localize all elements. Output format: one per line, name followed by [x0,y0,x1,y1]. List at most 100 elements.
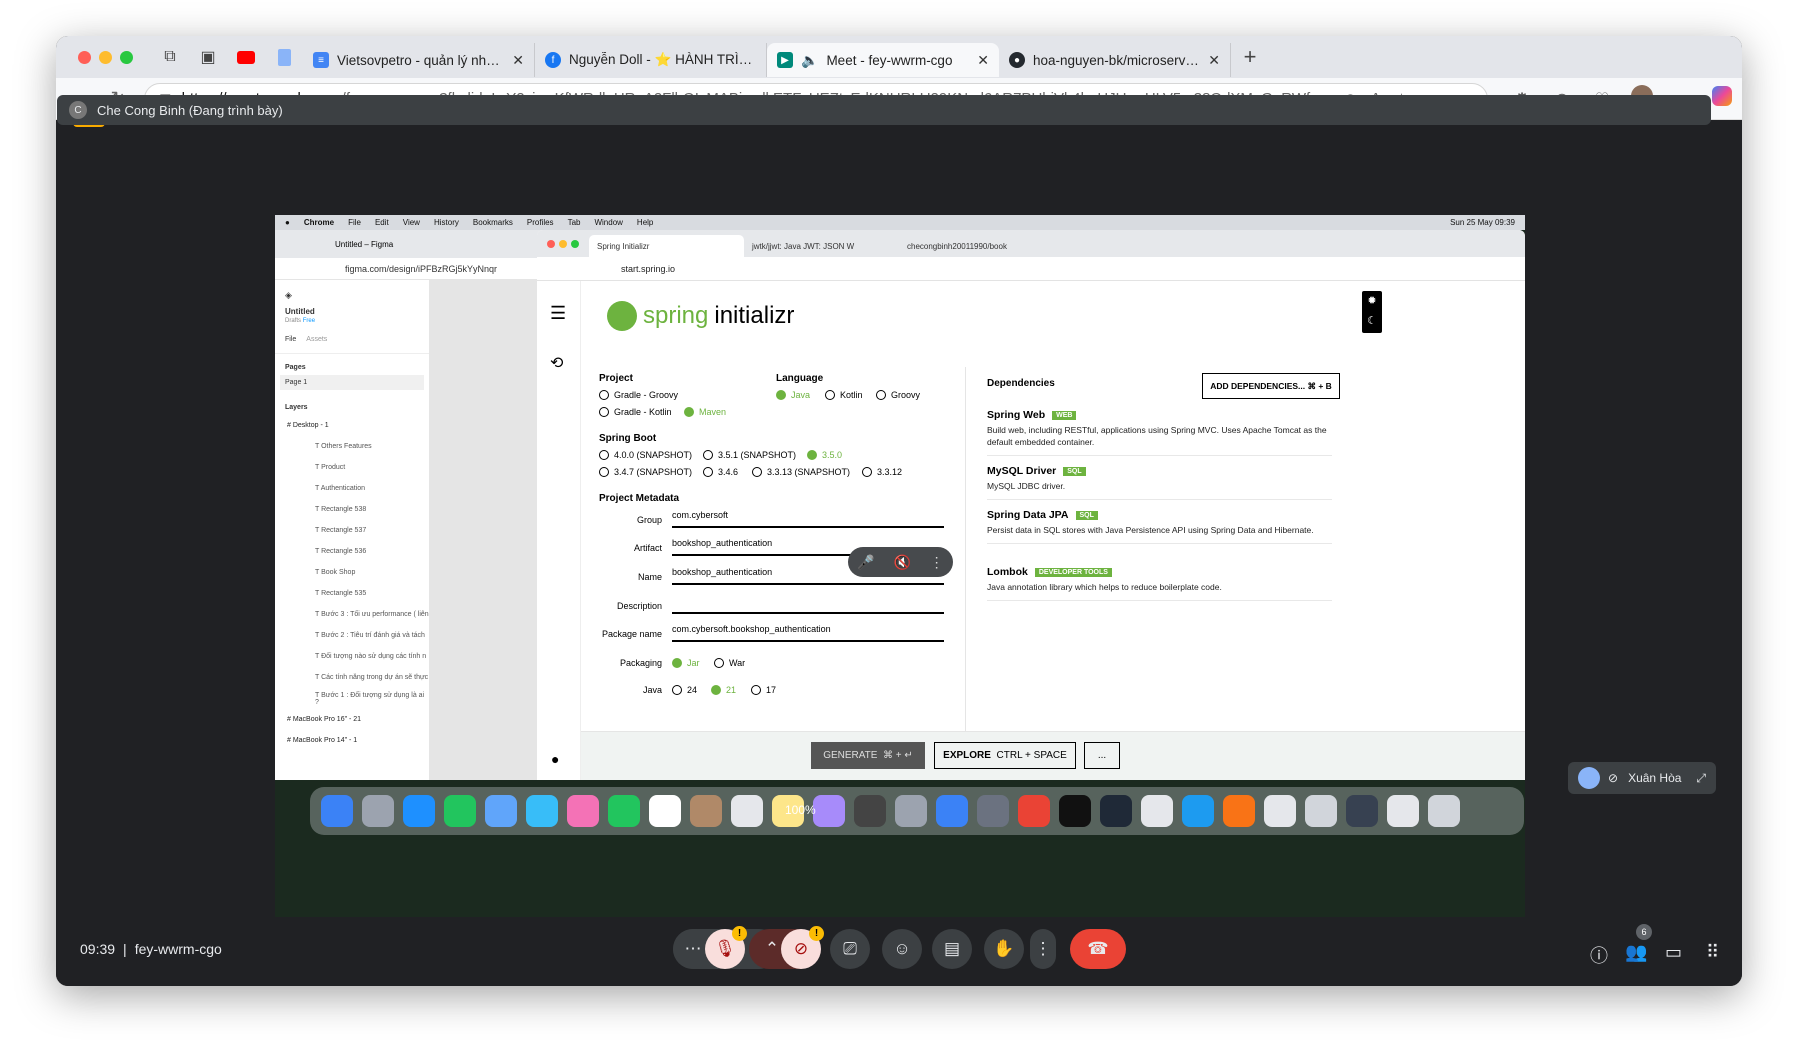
sound-off-icon: 🔇 [893,553,911,570]
option-boot-400: 4.0.0 (SNAPSHOT) [599,450,692,460]
facebook-icon: f [545,52,561,68]
more-options-button[interactable]: ⋮ [1030,929,1056,969]
figma-layer: T Product [315,464,346,471]
present-screen-button[interactable]: ⎚ [830,929,870,969]
menu-file: File [348,218,361,227]
minimize-window-button[interactable] [99,50,112,64]
figma-layer: T Bước 3 : Tối ưu performance ( liên [315,611,429,618]
camera-button[interactable]: ⊘ [781,929,821,969]
figma-layer: T Others Features [315,443,372,450]
youtube-pinned-tab[interactable] [235,46,257,68]
spring-tab-strip: Spring Initializr jwtk/jjwt: Java JWT: J… [537,230,1525,257]
dock-app-icon [320,795,353,827]
docs-pinned-tab[interactable] [273,46,295,68]
menu-help: Help [636,218,654,227]
menu-view: View [402,218,420,227]
emoji-reactions-button[interactable]: ☺ [882,929,922,969]
new-tab-button[interactable]: + [1239,44,1261,69]
hamburger-icon: ☰ [550,303,567,323]
close-window-button[interactable] [78,50,91,64]
menu-tab: Tab [567,218,581,227]
option-java-24: 24 [672,685,697,695]
tab-meet[interactable]: ▶ 🔈 Meet - fey-wwrm-cgo ✕ [767,43,999,77]
tab-github[interactable]: ● hoa-nguyen-bk/microservice_( ✕ [999,43,1231,77]
spring-logo: spring initializr [607,301,794,331]
close-tab-icon[interactable]: ✕ [512,52,524,69]
dependency-lombok: Lombok DEVELOPER TOOLS Java annotation li… [987,566,1332,601]
add-dependencies-button: ADD DEPENDENCIES... ⌘ + B [1202,373,1340,399]
zoom-window-button[interactable] [120,50,133,64]
chat-icon[interactable]: ▭ [1665,942,1682,963]
expand-icon[interactable]: ⤢ [1696,771,1706,786]
meeting-code: fey-wwrm-cgo [134,941,222,957]
history-icon: ⟲ [550,355,564,372]
dock-app-icon [894,795,927,827]
option-boot-351: 3.5.1 (SNAPSHOT) [703,450,796,460]
dock-app-icon [443,795,476,827]
figma-layer: T Các tính năng trong dự án sẽ thực [315,674,429,681]
menu-edit: Edit [374,218,389,227]
dock-app-icon [1058,795,1091,827]
meeting-info: 09:39 | fey-wwrm-cgo [80,941,222,957]
generate-button: GENERATE ⌘ + ↵ [811,742,925,769]
raise-hand-button[interactable]: ✋ [984,929,1024,969]
figma-layer: # MacBook Pro 14" - 1 [287,737,358,744]
dock-app-icon [1263,795,1296,827]
dependency-mysql-driver: MySQL Driver SQL MySQL JDBC driver. [987,465,1332,500]
close-tab-icon[interactable]: ✕ [977,52,989,69]
option-boot-350: 3.5.0 [807,450,842,460]
close-tab-icon[interactable]: ✕ [1208,52,1220,69]
figma-layer: T Bước 1 : Đối tượng sử dụng là ai ? [315,691,425,706]
figma-layer: T Authentication [315,485,366,492]
option-java: Java [776,390,810,400]
figma-window: Untitled – Figma figma.com/design/iPFBzR… [275,230,545,780]
dock-app-icon [730,795,763,827]
dock-app-icon [1345,795,1378,827]
captions-button[interactable]: ▤ [932,929,972,969]
dock-app-icon [1386,795,1419,827]
more-options-button: ... [1084,742,1120,769]
presenter-avatar: C [69,101,87,119]
option-java-17: 17 [751,685,776,695]
leave-call-button[interactable]: ☎ [1070,929,1126,969]
tab-actions-icon[interactable]: ▣ [197,46,219,68]
explore-button: EXPLORE CTRL + SPACE [934,742,1076,769]
microphone-button[interactable]: 🎙 [705,929,745,969]
figma-tab: Untitled – Figma [275,230,545,258]
figma-file-tab: File [285,336,297,343]
window-controls [78,50,133,64]
tab-facebook[interactable]: f Nguyễn Doll - ⭐ HÀNH TRÌNH [535,43,767,77]
group-field: com.cybersoft [672,510,944,528]
more-options-icon[interactable] [1578,767,1600,789]
dock-app-icon [566,795,599,827]
spring-page: ☰ ⟲ ● spring initializr ✹ ☾ Project Gradl… [537,281,1525,780]
figma-layer: # MacBook Pro 16" - 21 [287,716,362,723]
figma-sidebar: ◈ Untitled Drafts Free File Assets Pages… [275,280,430,780]
tab-strip: ⧉ ▣ ≡ Vietsovpetro - quản lý nhân sự ✕ f… [56,36,1742,78]
self-view-tile[interactable]: ⊘ Xuân Hòa ⤢ [1568,762,1716,794]
zoom-readout: 100% [785,803,816,817]
figma-layer: T Rectangle 537 [315,527,367,534]
github-book-tab: checongbinh20011990/book [907,241,1007,251]
dock-app-icon [1099,795,1132,827]
menu-chrome: Chrome [303,218,335,227]
option-boot-347: 3.4.7 (SNAPSHOT) [599,467,692,477]
spring-tab: Spring Initializr [589,235,744,257]
dock-app-icon [1181,795,1214,827]
option-groovy: Groovy [876,390,920,400]
figma-layer: T Rectangle 538 [315,506,367,513]
figma-layer: T Book Shop [315,569,356,576]
audio-playing-icon[interactable]: 🔈 [801,52,818,69]
people-icon[interactable]: 👥 [1625,942,1647,963]
package-name-field: com.cybersoft.bookshop_authentication [672,624,944,642]
figma-layer: # Desktop - 1 [287,422,329,429]
tab-vietsovpetro[interactable]: ≡ Vietsovpetro - quản lý nhân sự ✕ [303,43,535,77]
meeting-details-icon[interactable]: ⓘ [1590,942,1608,968]
workspaces-icon[interactable]: ⧉ [159,46,181,68]
figma-layer: T Bước 2 : Tiêu trí đánh giá và tách [315,632,425,639]
figma-canvas [430,280,545,780]
presenter-bar: C Che Cong Binh (Đang trình bày) [57,95,1711,125]
mac-menu-bar: ● Chrome File Edit View History Bookmark… [275,215,1525,230]
spring-leaf-icon [607,301,637,331]
activities-icon[interactable]: ⠿ [1706,942,1719,963]
